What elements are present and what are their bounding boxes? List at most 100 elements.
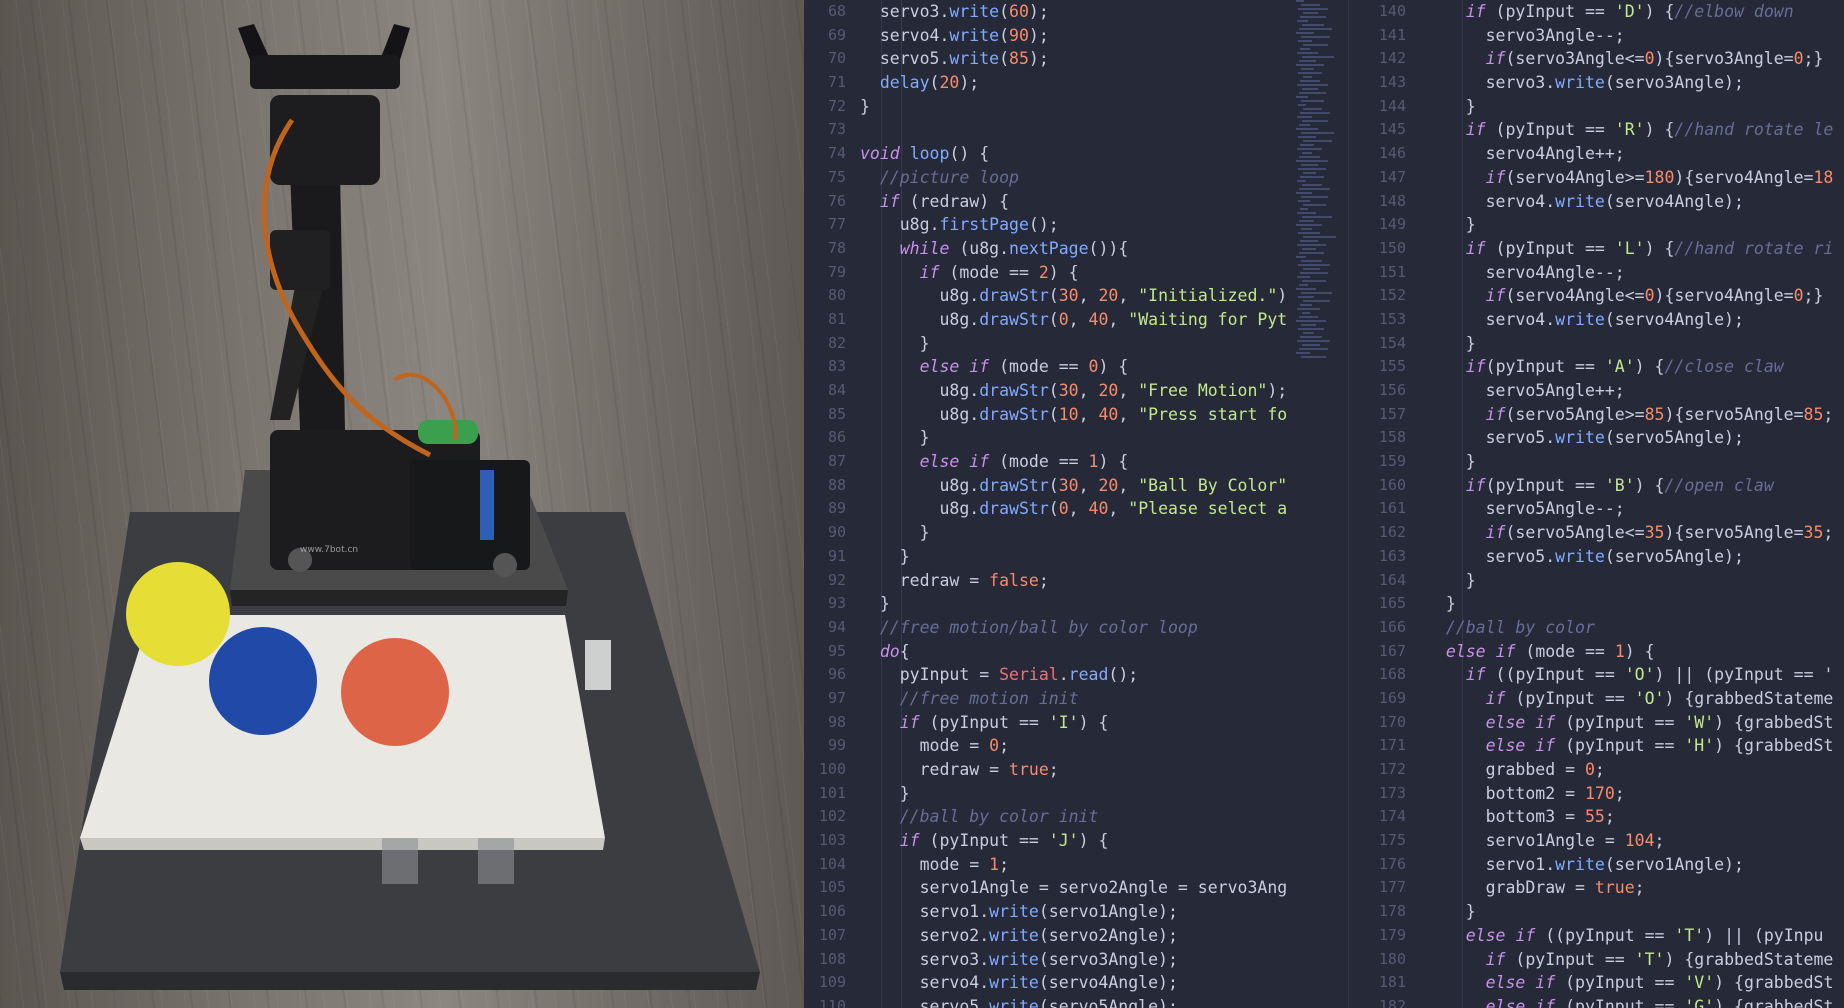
code-line[interactable]: servo1Angle = 104; — [1426, 829, 1833, 853]
code-line[interactable]: servo4.write(servo4Angle); — [1426, 190, 1833, 214]
code-line[interactable]: servo4Angle--; — [1426, 261, 1833, 285]
code-line[interactable]: } — [860, 521, 1287, 545]
code-line[interactable]: } — [860, 426, 1287, 450]
code-line[interactable]: if (pyInput == 'O') {grabbedStateme — [1426, 687, 1834, 711]
code-line[interactable]: u8g.firstPage(); — [860, 213, 1287, 237]
code-line[interactable]: //picture loop — [860, 166, 1287, 190]
code-line[interactable]: do{ — [860, 640, 1287, 664]
code-line[interactable]: while (u8g.nextPage()){ — [860, 237, 1287, 261]
code-line[interactable]: } — [1426, 450, 1833, 474]
code-line[interactable]: servo2.write(servo2Angle); — [860, 924, 1287, 948]
code-line[interactable]: else if (pyInput == 'H') {grabbedSt — [1426, 734, 1834, 758]
code-editor-right-pane[interactable]: 140 141 142 143 144 145 146 147 148 149 150 151 152 1… — [1350, 0, 1844, 1008]
code-line[interactable]: else if (pyInput == 'V') {grabbedSt — [1426, 971, 1834, 995]
code-line[interactable]: pyInput = Serial.read(); — [860, 663, 1287, 687]
tape-strip — [382, 838, 418, 884]
code-line[interactable]: } — [860, 95, 1287, 119]
code-line[interactable]: if(pyInput == 'B') {//open claw — [1426, 474, 1833, 498]
code-line[interactable]: bottom3 = 55; — [1426, 805, 1833, 829]
code-line[interactable]: if (mode == 2) { — [860, 261, 1287, 285]
code-line[interactable]: } — [1426, 95, 1833, 119]
code-line[interactable]: //ball by color — [1426, 616, 1833, 640]
code-line[interactable]: if(servo5Angle<=35){servo5Angle=35; — [1426, 521, 1834, 545]
line-number: 145 — [1378, 120, 1406, 139]
code-line[interactable]: servo1.write(servo1Angle); — [1426, 853, 1833, 877]
pane-divider[interactable] — [1348, 0, 1349, 1008]
code-line[interactable]: if(servo4Angle<=0){servo4Angle=0;} — [1426, 284, 1833, 308]
code-line[interactable]: delay(20); — [860, 71, 1287, 95]
code-line[interactable] — [860, 118, 1287, 142]
code-line[interactable]: if (pyInput == 'D') {//elbow down — [1426, 0, 1833, 24]
code-line[interactable]: if (pyInput == 'L') {//hand rotate ri — [1426, 237, 1834, 261]
code-line[interactable]: if (pyInput == 'R') {//hand rotate le — [1426, 118, 1834, 142]
code-line[interactable]: void loop() { — [860, 142, 1287, 166]
code-line[interactable]: servo5Angle--; — [1426, 497, 1833, 521]
code-line[interactable]: } — [860, 332, 1287, 356]
code-line[interactable]: //ball by color init — [860, 805, 1287, 829]
code-line[interactable]: servo5.write(servo5Angle); — [860, 995, 1287, 1008]
code-text[interactable]: servo3.write(60); servo4.write(90); serv… — [860, 0, 1287, 1008]
code-line[interactable]: servo4.write(90); — [860, 24, 1287, 48]
code-line[interactable]: servo1.write(servo1Angle); — [860, 900, 1287, 924]
code-line[interactable]: } — [860, 545, 1287, 569]
code-line[interactable]: servo3.write(servo3Angle); — [860, 948, 1287, 972]
code-line[interactable]: } — [1426, 213, 1833, 237]
code-line[interactable]: if (pyInput == 'J') { — [860, 829, 1287, 853]
line-number: 81 — [827, 309, 846, 328]
code-line[interactable]: else if (pyInput == 'W') {grabbedSt — [1426, 711, 1834, 735]
code-line[interactable]: else if ((pyInput == 'T') || (pyInpu — [1426, 924, 1833, 948]
line-number: 76 — [827, 191, 846, 210]
code-line[interactable]: servo1Angle = servo2Angle = servo3Ang — [860, 876, 1288, 900]
code-line[interactable]: u8g.drawStr(0, 40, "Please select a — [860, 497, 1287, 521]
code-text[interactable]: if (pyInput == 'D') {//elbow down servo3… — [1426, 0, 1834, 1008]
line-number: 151 — [1378, 262, 1406, 281]
line-number: 156 — [1378, 381, 1406, 399]
code-line[interactable]: u8g.drawStr(30, 20, "Free Motion"); — [860, 379, 1287, 403]
code-line[interactable]: grabbed = 0; — [1426, 758, 1833, 782]
code-line[interactable]: } — [860, 782, 1287, 806]
code-line[interactable]: else if (pyInput == 'G') {grabbedSt — [1426, 995, 1834, 1008]
code-line[interactable]: servo3Angle--; — [1426, 24, 1833, 48]
code-line[interactable]: if (pyInput == 'T') {grabbedStateme — [1426, 948, 1834, 972]
code-line[interactable]: bottom2 = 170; — [1426, 782, 1833, 806]
code-line[interactable]: if (redraw) { — [860, 190, 1287, 214]
code-line[interactable]: if (pyInput == 'I') { — [860, 711, 1287, 735]
code-line[interactable]: } — [1426, 569, 1833, 593]
code-line[interactable]: servo4.write(servo4Angle); — [860, 971, 1287, 995]
code-line[interactable]: else if (mode == 1) { — [1426, 640, 1833, 664]
code-line[interactable]: } — [1426, 332, 1833, 356]
line-number: 179 — [1378, 925, 1406, 944]
code-line[interactable]: else if (mode == 0) { — [860, 355, 1287, 379]
code-line[interactable]: u8g.drawStr(30, 20, "Ball By Color" — [860, 474, 1287, 498]
code-line[interactable]: if(servo4Angle>=180){servo4Angle=18 — [1426, 166, 1834, 190]
code-line[interactable]: servo5Angle++; — [1426, 379, 1833, 403]
code-line[interactable]: u8g.drawStr(30, 20, "Initialized.") — [860, 284, 1287, 308]
code-editor-left-pane[interactable]: 68 69 70 71 72 73 74 75 76 77 78 79 80 81 82 83 84 85 86 87… — [804, 0, 1350, 1008]
code-line[interactable]: } — [1426, 592, 1833, 616]
code-line[interactable]: if ((pyInput == 'O') || (pyInput == ' — [1426, 663, 1834, 687]
code-line[interactable]: servo4.write(servo4Angle); — [1426, 308, 1833, 332]
code-line[interactable]: grabDraw = true; — [1426, 876, 1833, 900]
code-line[interactable]: servo3.write(servo3Angle); — [1426, 71, 1833, 95]
code-line[interactable]: mode = 0; — [860, 734, 1287, 758]
code-line[interactable]: redraw = true; — [860, 758, 1287, 782]
code-line[interactable]: else if (mode == 1) { — [860, 450, 1287, 474]
code-line[interactable]: //free motion/ball by color loop — [860, 616, 1287, 640]
code-line[interactable]: if(servo3Angle<=0){servo3Angle=0;} — [1426, 47, 1833, 71]
code-line[interactable]: if(servo5Angle>=85){servo5Angle=85; — [1426, 403, 1834, 427]
code-line[interactable]: } — [860, 592, 1287, 616]
code-line[interactable]: u8g.drawStr(10, 40, "Press start fo — [860, 403, 1287, 427]
code-line[interactable]: servo5.write(servo5Angle); — [1426, 426, 1833, 450]
code-line[interactable]: servo4Angle++; — [1426, 142, 1833, 166]
code-line[interactable]: servo3.write(60); — [860, 0, 1287, 24]
code-line[interactable]: //free motion init — [860, 687, 1287, 711]
code-line[interactable]: mode = 1; — [860, 853, 1287, 877]
code-line[interactable]: redraw = false; — [860, 569, 1287, 593]
code-line[interactable]: servo5.write(85); — [860, 47, 1287, 71]
minimap[interactable] — [1296, 0, 1336, 360]
code-line[interactable]: servo5.write(servo5Angle); — [1426, 545, 1833, 569]
code-line[interactable]: } — [1426, 900, 1833, 924]
code-line[interactable]: if(pyInput == 'A') {//close claw — [1426, 355, 1833, 379]
robot-arm-scene: www.7bot.cn — [60, 24, 760, 990]
code-line[interactable]: u8g.drawStr(0, 40, "Waiting for Pyt — [860, 308, 1287, 332]
